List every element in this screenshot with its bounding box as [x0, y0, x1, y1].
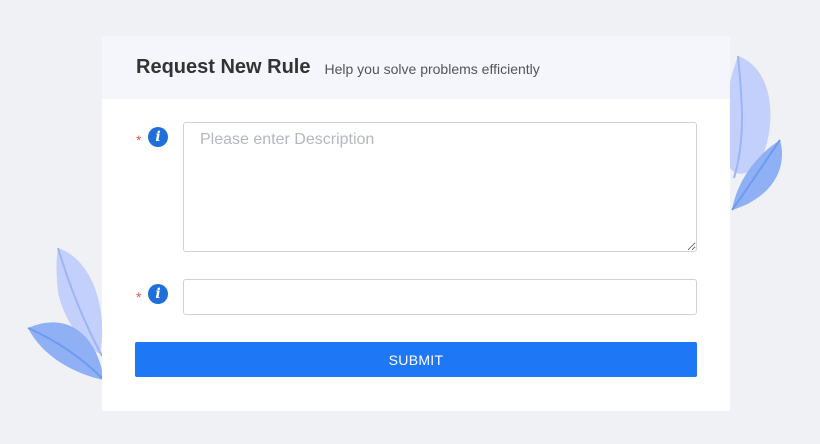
info-icon[interactable]: i	[148, 284, 168, 304]
required-marker: *	[136, 132, 142, 148]
description-field-wrap	[183, 122, 697, 257]
page-title: Request New Rule	[136, 56, 311, 78]
second-field-wrap	[183, 279, 697, 315]
second-field-row: * i	[136, 279, 697, 315]
card-header: Request New Rule Help you solve problems…	[102, 36, 730, 99]
description-row: * i	[136, 122, 697, 257]
required-marker: *	[136, 289, 142, 305]
info-icon[interactable]: i	[148, 127, 168, 147]
submit-button[interactable]: SUBMIT	[135, 342, 697, 377]
leaf-decoration-left	[27, 247, 105, 381]
page: Request New Rule Help you solve problems…	[0, 0, 820, 444]
description-textarea[interactable]	[183, 122, 697, 252]
rule-input[interactable]	[183, 279, 697, 315]
request-rule-card: Request New Rule Help you solve problems…	[102, 36, 730, 411]
page-subtitle: Help you solve problems efficiently	[324, 61, 540, 77]
